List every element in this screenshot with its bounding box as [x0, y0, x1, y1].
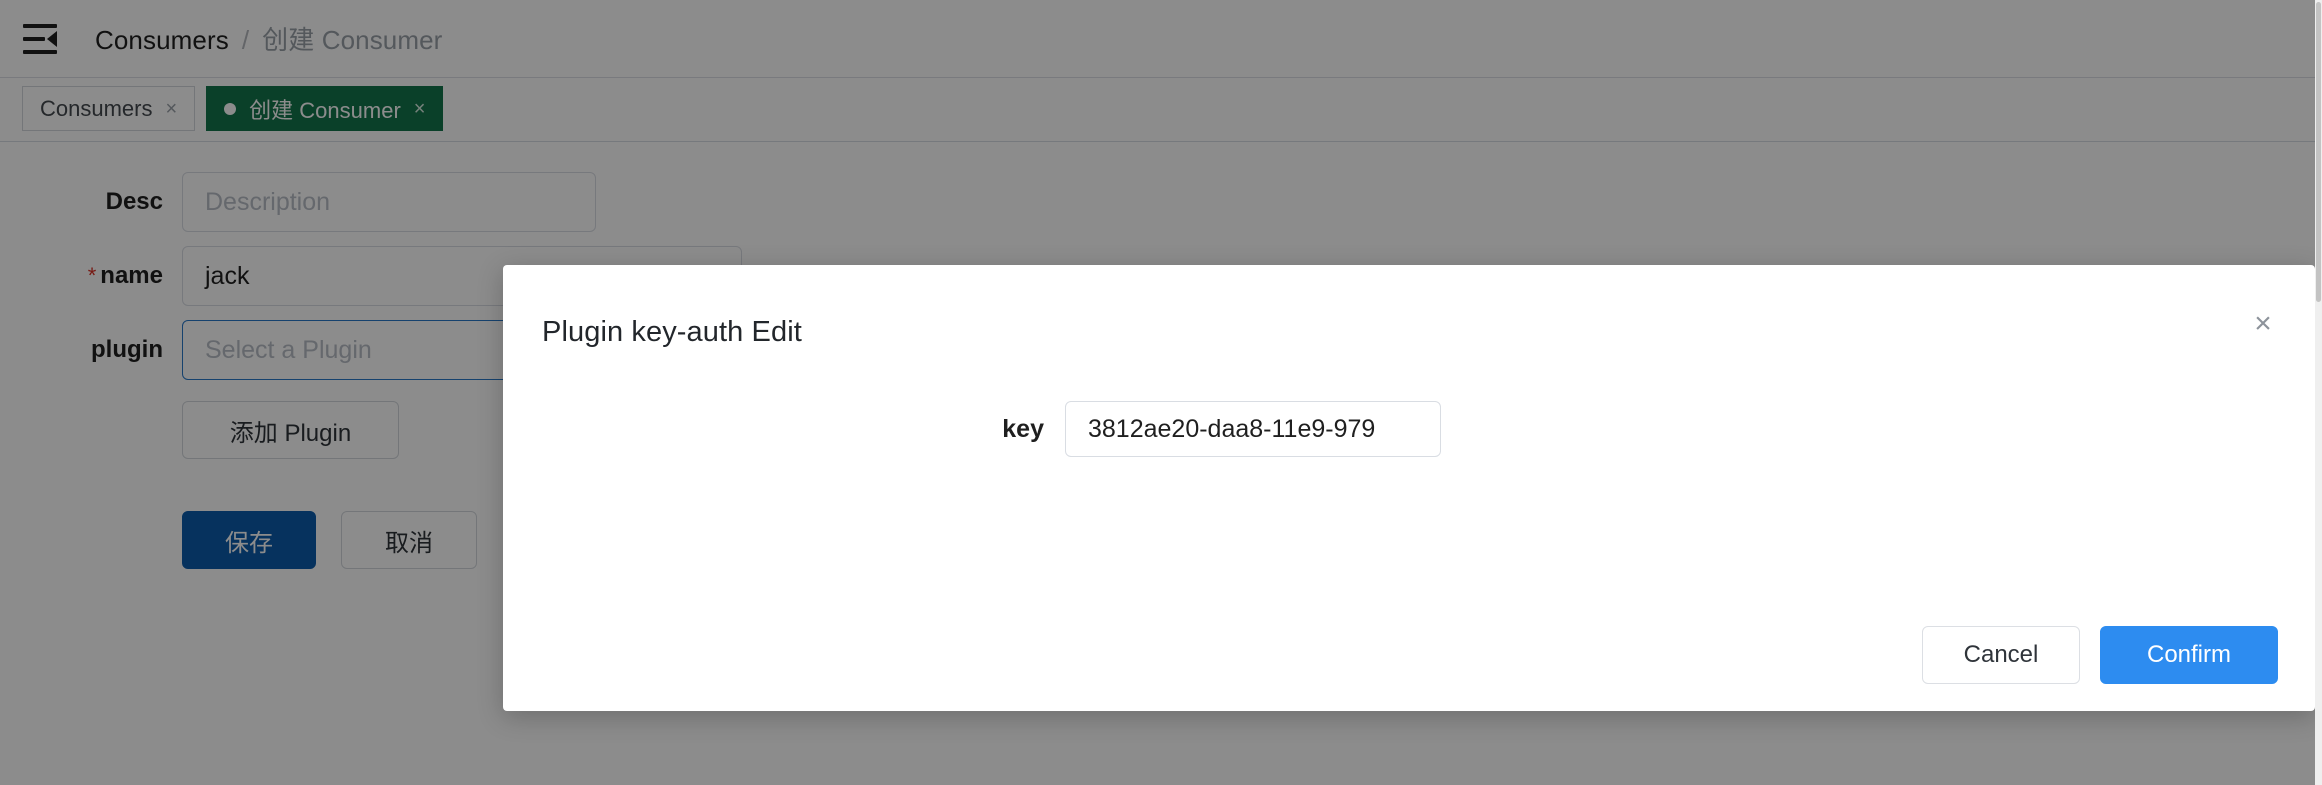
- modal-cancel-button[interactable]: Cancel: [1922, 626, 2080, 684]
- page-scrollbar[interactable]: [2315, 0, 2322, 785]
- key-input[interactable]: 3812ae20-daa8-11e9-979: [1065, 401, 1441, 457]
- close-icon[interactable]: ×: [2242, 303, 2284, 345]
- modal-body: key 3812ae20-daa8-11e9-979: [503, 375, 2315, 605]
- modal-row-key: key 3812ae20-daa8-11e9-979: [503, 401, 1441, 457]
- page-scrollbar-thumb[interactable]: [2316, 2, 2321, 302]
- plugin-edit-modal: Plugin key-auth Edit × key 3812ae20-daa8…: [503, 265, 2315, 711]
- modal-confirm-button[interactable]: Confirm: [2100, 626, 2278, 684]
- label-key: key: [1002, 414, 1044, 443]
- modal-footer: Cancel Confirm: [1922, 626, 2278, 684]
- modal-title: Plugin key-auth Edit: [542, 316, 802, 348]
